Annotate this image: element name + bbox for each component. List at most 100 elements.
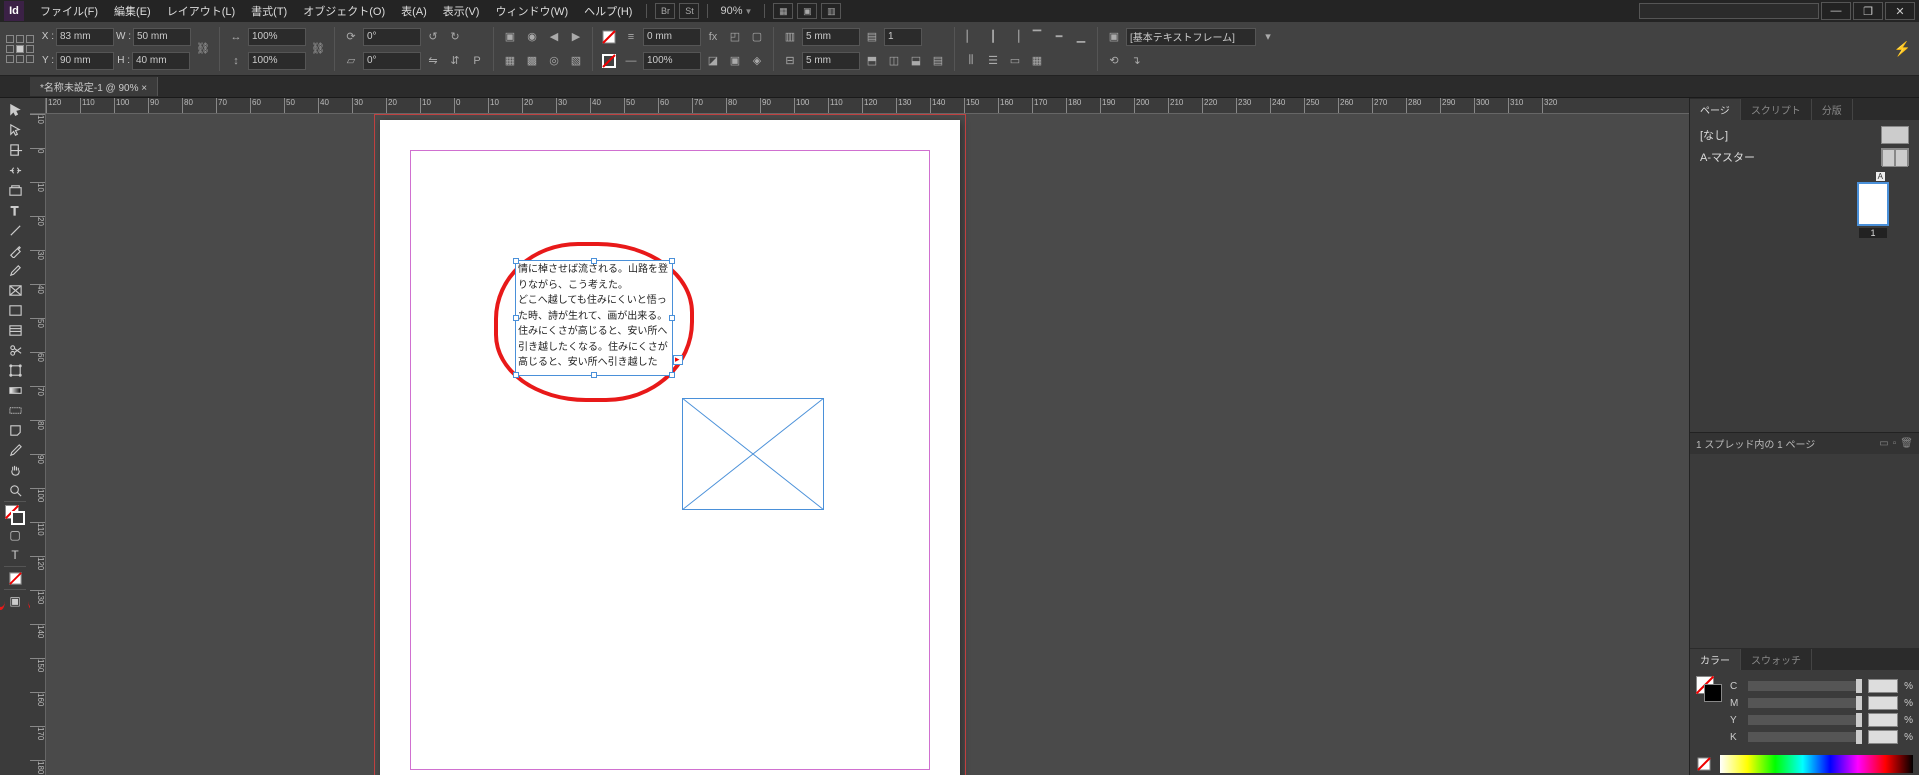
align-right-icon[interactable]: ▕ (1005, 27, 1025, 47)
rectangle-frame-tool[interactable] (2, 280, 28, 300)
view-options-icon[interactable]: ▦ (773, 3, 793, 19)
menu-window[interactable]: ウィンドウ(W) (487, 1, 576, 21)
menu-object[interactable]: オブジェクト(O) (295, 1, 393, 21)
flip-v-icon[interactable]: ⇵ (445, 51, 465, 71)
free-transform-tool[interactable] (2, 360, 28, 380)
resize-handle[interactable] (513, 258, 519, 264)
fit-content-icon[interactable]: ▦ (500, 51, 520, 71)
align-top-icon[interactable]: ▔ (1027, 27, 1047, 47)
distribute-h-icon[interactable]: ⫼ (961, 51, 981, 71)
edit-page-size-icon[interactable]: ▭ (1879, 438, 1888, 449)
rectangle-tool[interactable] (2, 300, 28, 320)
channel-y-slider[interactable] (1748, 715, 1862, 725)
stroke-style-icon[interactable]: — (621, 51, 641, 71)
fill-swatch-icon[interactable] (599, 27, 619, 47)
effects-icon[interactable]: fx (703, 27, 723, 47)
master-a-row[interactable]: A-マスター (1694, 146, 1915, 168)
document-tab[interactable]: *名称未設定-1 @ 90% × (30, 77, 158, 96)
select-prev-icon[interactable]: ◀ (544, 27, 564, 47)
vert-justify-center-icon[interactable]: ◫ (884, 51, 904, 71)
h-input[interactable] (132, 52, 190, 70)
constrain-wh-icon[interactable]: ⛓ (193, 39, 213, 59)
vertical-ruler[interactable]: 1001020304050607080901001101201301401501… (30, 114, 46, 775)
empty-graphic-frame[interactable] (682, 398, 824, 510)
master-none-row[interactable]: [なし] (1694, 124, 1915, 146)
corner-options-icon[interactable]: ◰ (725, 27, 745, 47)
menu-type[interactable]: 書式(T) (243, 1, 295, 21)
new-page-icon[interactable]: ▫ (1893, 438, 1897, 449)
direct-selection-tool[interactable] (2, 120, 28, 140)
align-hcenter-icon[interactable]: ┃ (983, 27, 1003, 47)
tab-pages[interactable]: ページ (1690, 99, 1741, 120)
flip-h-icon[interactable]: ⇋ (423, 51, 443, 71)
tab-swatches[interactable]: スウォッチ (1741, 649, 1812, 670)
text-frame[interactable]: 情に棹させば流される。山路を登 りながら、こう考えた。 どこへ越しても住みにくい… (515, 260, 673, 376)
formatting-text-icon[interactable]: T (2, 545, 28, 565)
channel-k-slider[interactable] (1748, 732, 1862, 742)
close-button[interactable]: ✕ (1885, 2, 1915, 20)
distribute-v-icon[interactable]: ☰ (983, 51, 1003, 71)
ruler-origin[interactable] (30, 98, 46, 114)
color-fill-stroke-proxy[interactable] (1696, 676, 1722, 702)
drop-shadow-icon[interactable]: ◪ (703, 51, 723, 71)
eyedropper-tool[interactable] (2, 440, 28, 460)
select-content-icon[interactable]: ◉ (522, 27, 542, 47)
rotate-ccw-icon[interactable]: ↺ (423, 27, 443, 47)
rotate-cw-icon[interactable]: ↻ (445, 27, 465, 47)
shear-input[interactable] (363, 52, 421, 70)
arrange-docs-icon[interactable]: ▥ (821, 3, 841, 19)
object-style-dropdown[interactable] (1126, 28, 1256, 46)
gap-h-input[interactable] (802, 28, 860, 46)
reference-point-grid[interactable] (6, 35, 34, 63)
text-wrap-around-icon[interactable]: ▣ (725, 51, 745, 71)
gradient-swatch-tool[interactable] (2, 380, 28, 400)
zoom-tool[interactable] (2, 480, 28, 500)
none-color-icon[interactable] (1694, 754, 1714, 774)
stroke-weight-input[interactable] (643, 28, 701, 46)
view-mode-icon[interactable]: ▣ (2, 591, 28, 611)
opacity-input[interactable] (643, 52, 701, 70)
gap-v-input[interactable] (802, 52, 860, 70)
resize-handle[interactable] (513, 315, 519, 321)
canvas[interactable]: 1201101009080706050403020100102030405060… (30, 98, 1689, 775)
minimize-button[interactable]: — (1821, 2, 1851, 20)
page[interactable]: 情に棹させば流される。山路を登 りながら、こう考えた。 どこへ越しても住みにくい… (380, 120, 960, 775)
rotate-input[interactable] (363, 28, 421, 46)
align-to-icon[interactable]: ▭ (1005, 51, 1025, 71)
note-tool[interactable] (2, 420, 28, 440)
select-container-icon[interactable]: ▣ (500, 27, 520, 47)
text-wrap-none-icon[interactable]: ▢ (747, 27, 767, 47)
align-bottom-icon[interactable]: ▁ (1071, 27, 1091, 47)
fill-frame-icon[interactable]: ▧ (566, 51, 586, 71)
x-input[interactable] (56, 28, 114, 46)
resize-handle[interactable] (591, 258, 597, 264)
menu-layout[interactable]: レイアウト(L) (159, 1, 243, 21)
horizontal-grid-tool[interactable] (2, 320, 28, 340)
pen-tool[interactable] (2, 240, 28, 260)
fit-frame-icon[interactable]: ▩ (522, 51, 542, 71)
vert-justify-bottom-icon[interactable]: ⬓ (906, 51, 926, 71)
apply-none-icon[interactable] (2, 568, 28, 588)
bridge-icon[interactable]: Br (655, 3, 675, 19)
menu-table[interactable]: 表(A) (393, 1, 435, 21)
tab-color[interactable]: カラー (1690, 649, 1741, 670)
quick-apply-icon[interactable]: ⚡ (1894, 40, 1911, 57)
stock-icon[interactable]: St (679, 3, 699, 19)
tab-scripts[interactable]: スクリプト (1741, 99, 1812, 120)
tab-separations[interactable]: 分版 (1812, 99, 1853, 120)
clear-overrides-icon[interactable]: ⟲ (1104, 51, 1124, 71)
select-next-icon[interactable]: ▶ (566, 27, 586, 47)
zoom-level[interactable]: 90%▼ (714, 5, 758, 17)
channel-k-value[interactable] (1868, 730, 1898, 744)
gradient-feather-tool[interactable] (2, 400, 28, 420)
help-search-input[interactable] (1639, 3, 1819, 19)
type-tool[interactable]: T (2, 200, 28, 220)
page-thumbnail[interactable]: A 1 (1857, 182, 1889, 226)
align-left-icon[interactable]: ▏ (961, 27, 981, 47)
resize-handle[interactable] (513, 372, 519, 378)
menu-edit[interactable]: 編集(E) (106, 1, 159, 21)
channel-m-value[interactable] (1868, 696, 1898, 710)
channel-c-value[interactable] (1868, 679, 1898, 693)
hand-tool[interactable] (2, 460, 28, 480)
channel-y-value[interactable] (1868, 713, 1898, 727)
